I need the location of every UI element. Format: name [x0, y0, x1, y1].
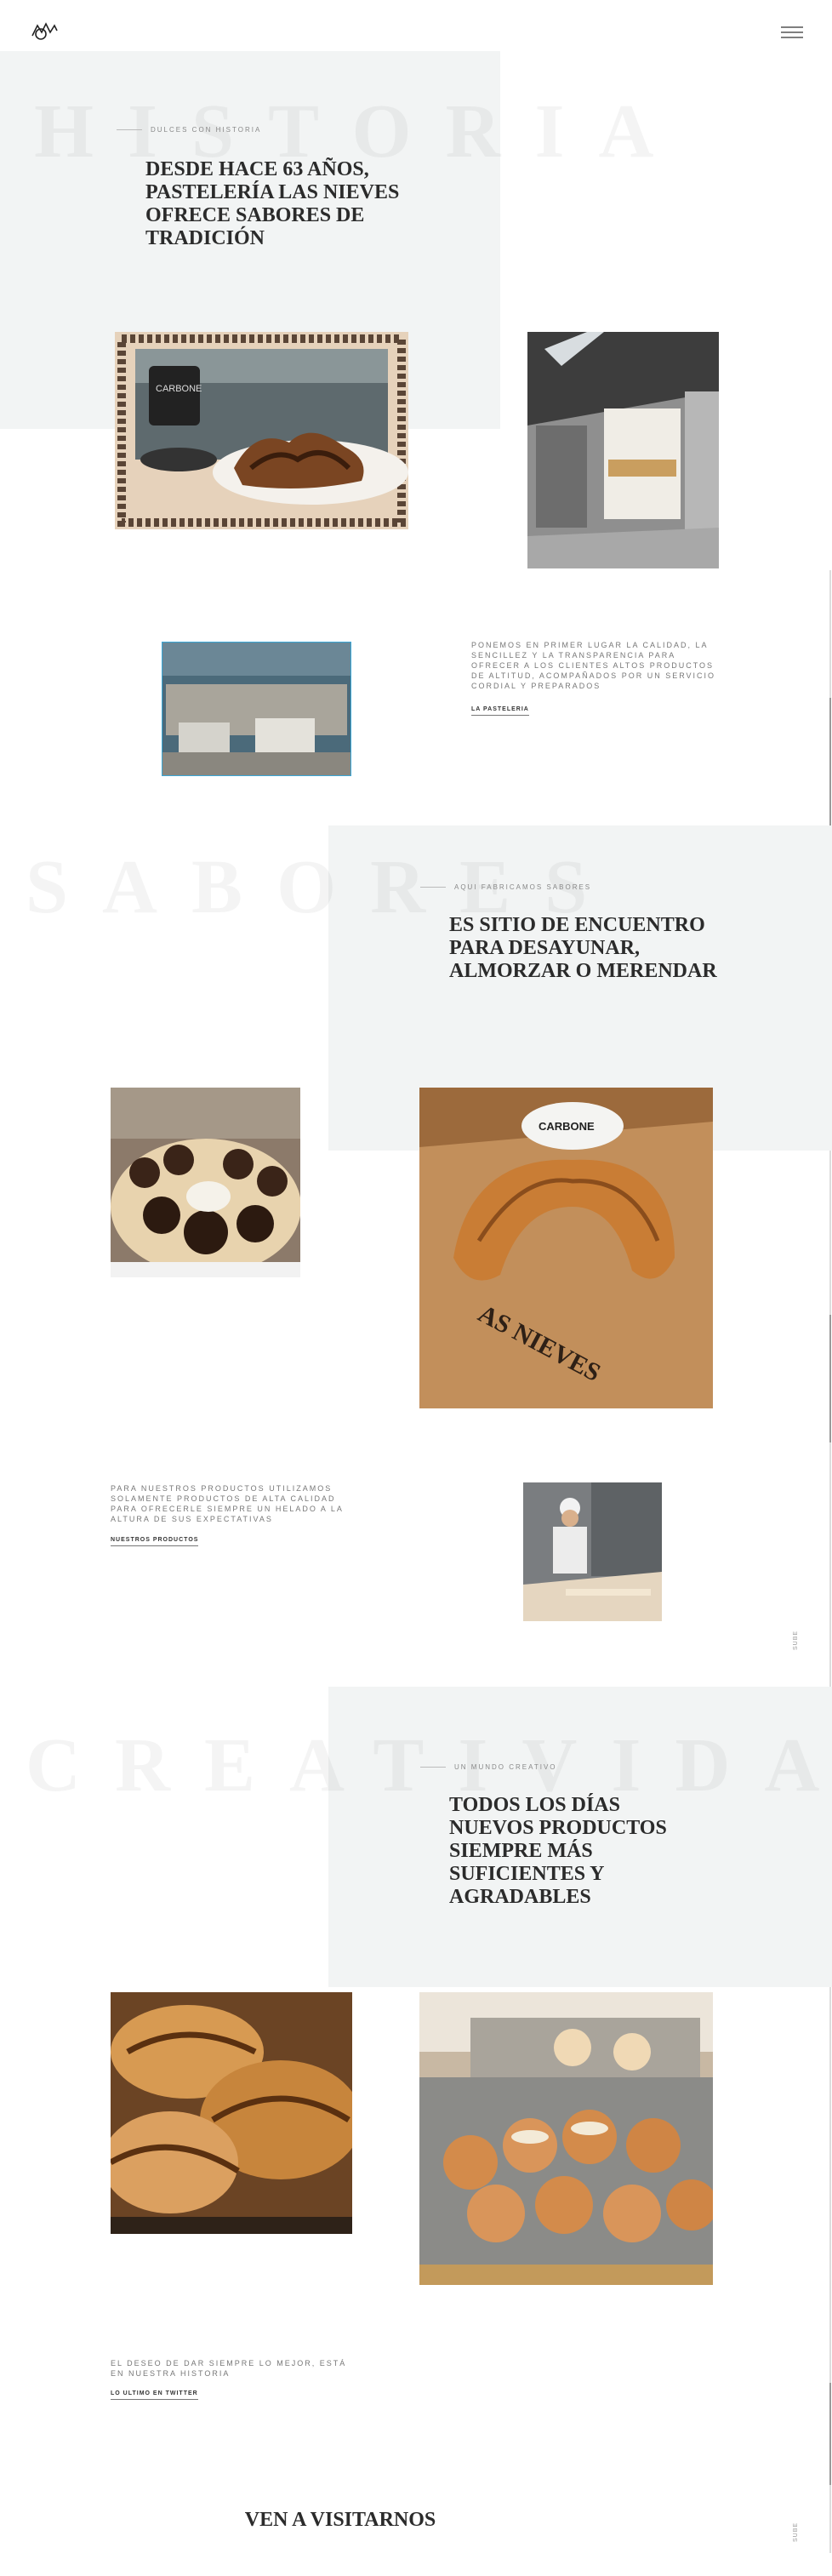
- chocolate-croissants-photo: [111, 1992, 352, 2234]
- la-pasteleria-link[interactable]: LA PASTELERIA: [471, 706, 529, 716]
- nuestros-productos-link[interactable]: NUESTROS PRODUCTOS: [111, 1537, 199, 1546]
- croissant-board-photo: CARBONE AS NIEVES: [419, 1088, 713, 1408]
- factory-interior-photo: [527, 332, 719, 568]
- baker-photo: [523, 1482, 662, 1621]
- pasteleria-logo-icon: [31, 22, 58, 40]
- profiteroles-photo: [111, 1088, 300, 1277]
- scroll-thumb[interactable]: [829, 2383, 831, 2485]
- coffee-croissant-photo: CARBONE: [115, 332, 408, 529]
- sabores-side-label[interactable]: SUBE: [793, 1631, 799, 1650]
- sabores-kicker: AQUI FABRICAMOS SABORES: [420, 883, 591, 891]
- scroll-thumb[interactable]: [829, 698, 831, 825]
- creatividad-kicker: UN MUNDO CREATIVO: [420, 1763, 557, 1771]
- hamburger-menu-icon: [781, 26, 803, 38]
- production-hall-photo: [162, 642, 351, 776]
- creatividad-side-label[interactable]: SUBE: [793, 2522, 799, 2542]
- lo-ultimo-en-twitter-link[interactable]: LO ULTIMO EN TWITTER: [111, 2390, 198, 2400]
- hamburger-menu-button[interactable]: [781, 26, 803, 39]
- creatividad-headline: TODOS LOS DÍAS NUEVOS PRODUCTOS SIEMPRE …: [449, 1794, 667, 1908]
- creatividad-kicker-text: UN MUNDO CREATIVO: [454, 1763, 557, 1771]
- sabores-kicker-text: AQUI FABRICAMOS SABORES: [454, 883, 592, 891]
- site-logo[interactable]: [31, 20, 58, 41]
- sabores-body-text: PARA NUESTROS PRODUCTOS UTILIZAMOS SOLAM…: [111, 1484, 344, 1523]
- svg-text:CARBONE: CARBONE: [156, 384, 202, 394]
- svg-text:CARBONE: CARBONE: [539, 1120, 595, 1133]
- sabores-headline: ES SITIO DE ENCUENTRO PARA DESAYUNAR, AL…: [449, 914, 717, 982]
- historia-body-text: PONEMOS EN PRIMER LUGAR LA CALIDAD, LA S…: [471, 641, 716, 690]
- visit-us-title: VEN A VISITARNOS: [244, 2509, 436, 2531]
- historia-kicker: DULCES CON HISTORIA: [117, 126, 261, 134]
- scroll-thumb[interactable]: [829, 1315, 831, 1442]
- creatividad-body-text: EL DESEO DE DAR SIEMPRE LO MEJOR, ESTÁ E…: [111, 2359, 347, 2378]
- historia-kicker-text: DULCES CON HISTORIA: [151, 126, 262, 134]
- historia-headline: DESDE HACE 63 AÑOS, PASTELERÍA LAS NIEVE…: [145, 158, 400, 249]
- donuts-tray-photo: [419, 1992, 713, 2285]
